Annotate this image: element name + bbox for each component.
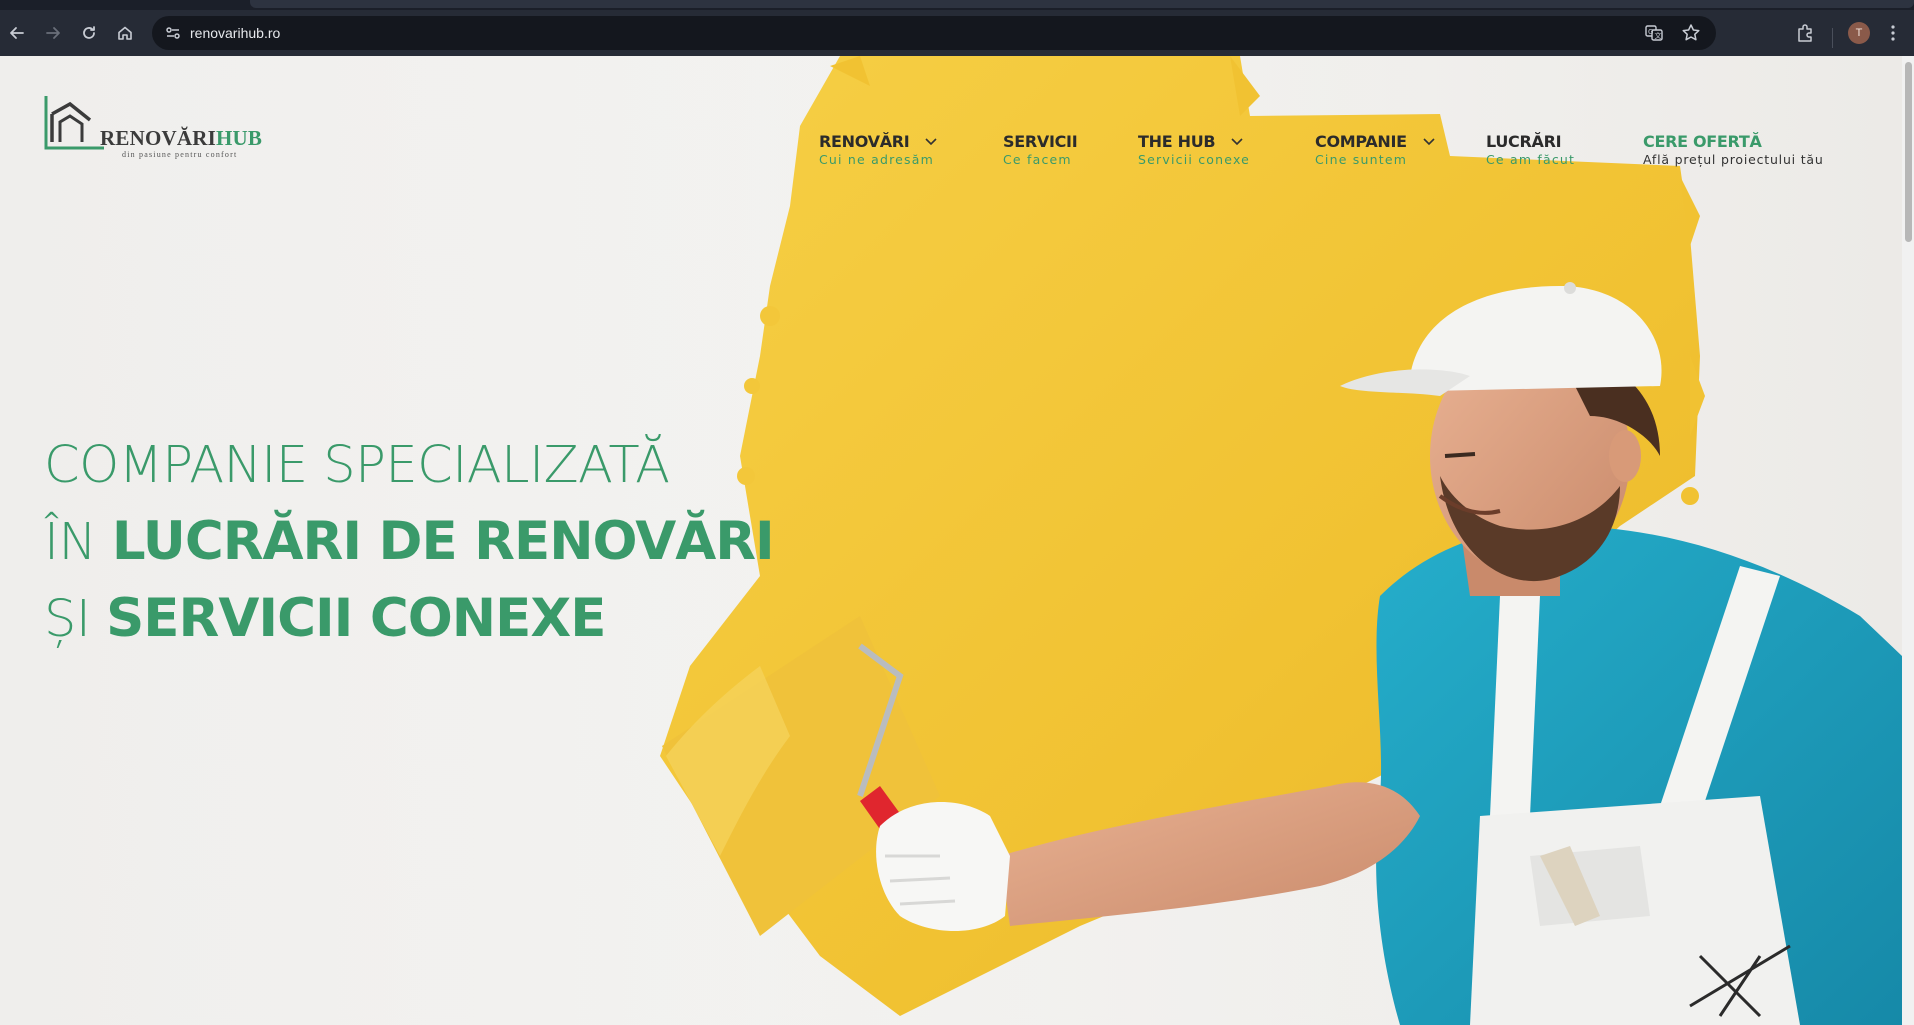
nav-subtitle: Ce facem (1003, 152, 1072, 167)
nav-item-renovari[interactable]: RENOVĂRI Cui ne adresăm (819, 132, 938, 167)
kebab-menu-icon[interactable] (1882, 22, 1904, 44)
brand-accent: HUB (215, 126, 263, 150)
toolbar-divider (1832, 28, 1833, 48)
nav-subtitle: Află prețul proiectului tău (1643, 152, 1824, 167)
home-icon[interactable] (114, 22, 136, 44)
scrollbar-thumb[interactable] (1905, 62, 1912, 242)
nav-item-the-hub[interactable]: THE HUB Servicii conexe (1138, 132, 1250, 167)
brand-main: RENOVĂRI (100, 126, 216, 150)
translate-icon[interactable]: G文 (1644, 23, 1664, 43)
reload-icon[interactable] (78, 22, 100, 44)
nav-item-companie[interactable]: COMPANIE Cine suntem (1315, 132, 1435, 167)
brand-tagline: din pasiune pentru confort (122, 150, 238, 159)
nav-item-servicii[interactable]: SERVICII Ce facem (1003, 132, 1078, 167)
page-scrollbar[interactable] (1902, 56, 1914, 1025)
site-logo[interactable]: RENOVĂRIHUB din pasiune pentru confort (44, 94, 262, 164)
address-bar[interactable]: renovarihub.ro G文 (152, 16, 1716, 50)
active-tab[interactable] (250, 0, 1914, 8)
bookmark-star-icon[interactable] (1680, 22, 1702, 44)
hero-heading: COMPANIE SPECIALIZATĂ ÎN LUCRĂRI DE RENO… (44, 428, 775, 658)
house-logo-icon (44, 96, 104, 150)
brand-name: RENOVĂRIHUB (100, 126, 262, 151)
svg-text:G: G (1648, 28, 1653, 36)
page-viewport: RENOVĂRIHUB din pasiune pentru confort R… (0, 56, 1902, 1025)
browser-tab-strip (0, 0, 1914, 10)
hero-line-3-prefix: ȘI (44, 590, 107, 649)
forward-icon[interactable] (42, 22, 64, 44)
hero-line-2: ÎN LUCRĂRI DE RENOVĂRI (44, 504, 775, 581)
nav-title[interactable]: COMPANIE (1315, 132, 1407, 151)
nav-subtitle: Ce am făcut (1486, 152, 1576, 167)
nav-title[interactable]: CERE OFERTĂ (1643, 132, 1762, 151)
nav-item-lucrari[interactable]: LUCRĂRI Ce am făcut (1486, 132, 1575, 167)
nav-title[interactable]: THE HUB (1138, 132, 1216, 151)
chevron-down-icon[interactable] (1231, 137, 1243, 146)
nav-subtitle: Cine suntem (1315, 152, 1408, 167)
extensions-icon[interactable] (1794, 22, 1816, 44)
nav-title[interactable]: RENOVĂRI (819, 132, 910, 151)
nav-subtitle: Servicii conexe (1138, 152, 1251, 167)
hero-line-1: COMPANIE SPECIALIZATĂ (44, 436, 670, 495)
hero-line-3: ȘI SERVICII CONEXE (44, 581, 774, 658)
nav-title[interactable]: SERVICII (1003, 132, 1078, 151)
nav-item-cere-oferta[interactable]: CERE OFERTĂ Află prețul proiectului tău (1643, 132, 1824, 167)
hero-line-3-bold: SERVICII CONEXE (106, 588, 606, 649)
chevron-down-icon[interactable] (925, 137, 938, 146)
hero-line-2-prefix: ÎN (44, 513, 112, 572)
url-text[interactable]: renovarihub.ro (190, 25, 280, 41)
browser-toolbar: renovarihub.ro G文 T (0, 10, 1914, 56)
svg-text:文: 文 (1655, 31, 1662, 40)
chevron-down-icon[interactable] (1423, 137, 1435, 146)
profile-avatar[interactable]: T (1848, 22, 1870, 44)
hero-line-2-bold: LUCRĂRI DE RENOVĂRI (111, 511, 775, 572)
site-settings-icon[interactable] (164, 24, 182, 42)
back-icon[interactable] (6, 22, 28, 44)
nav-subtitle: Cui ne adresăm (819, 152, 934, 167)
nav-title[interactable]: LUCRĂRI (1486, 132, 1562, 151)
